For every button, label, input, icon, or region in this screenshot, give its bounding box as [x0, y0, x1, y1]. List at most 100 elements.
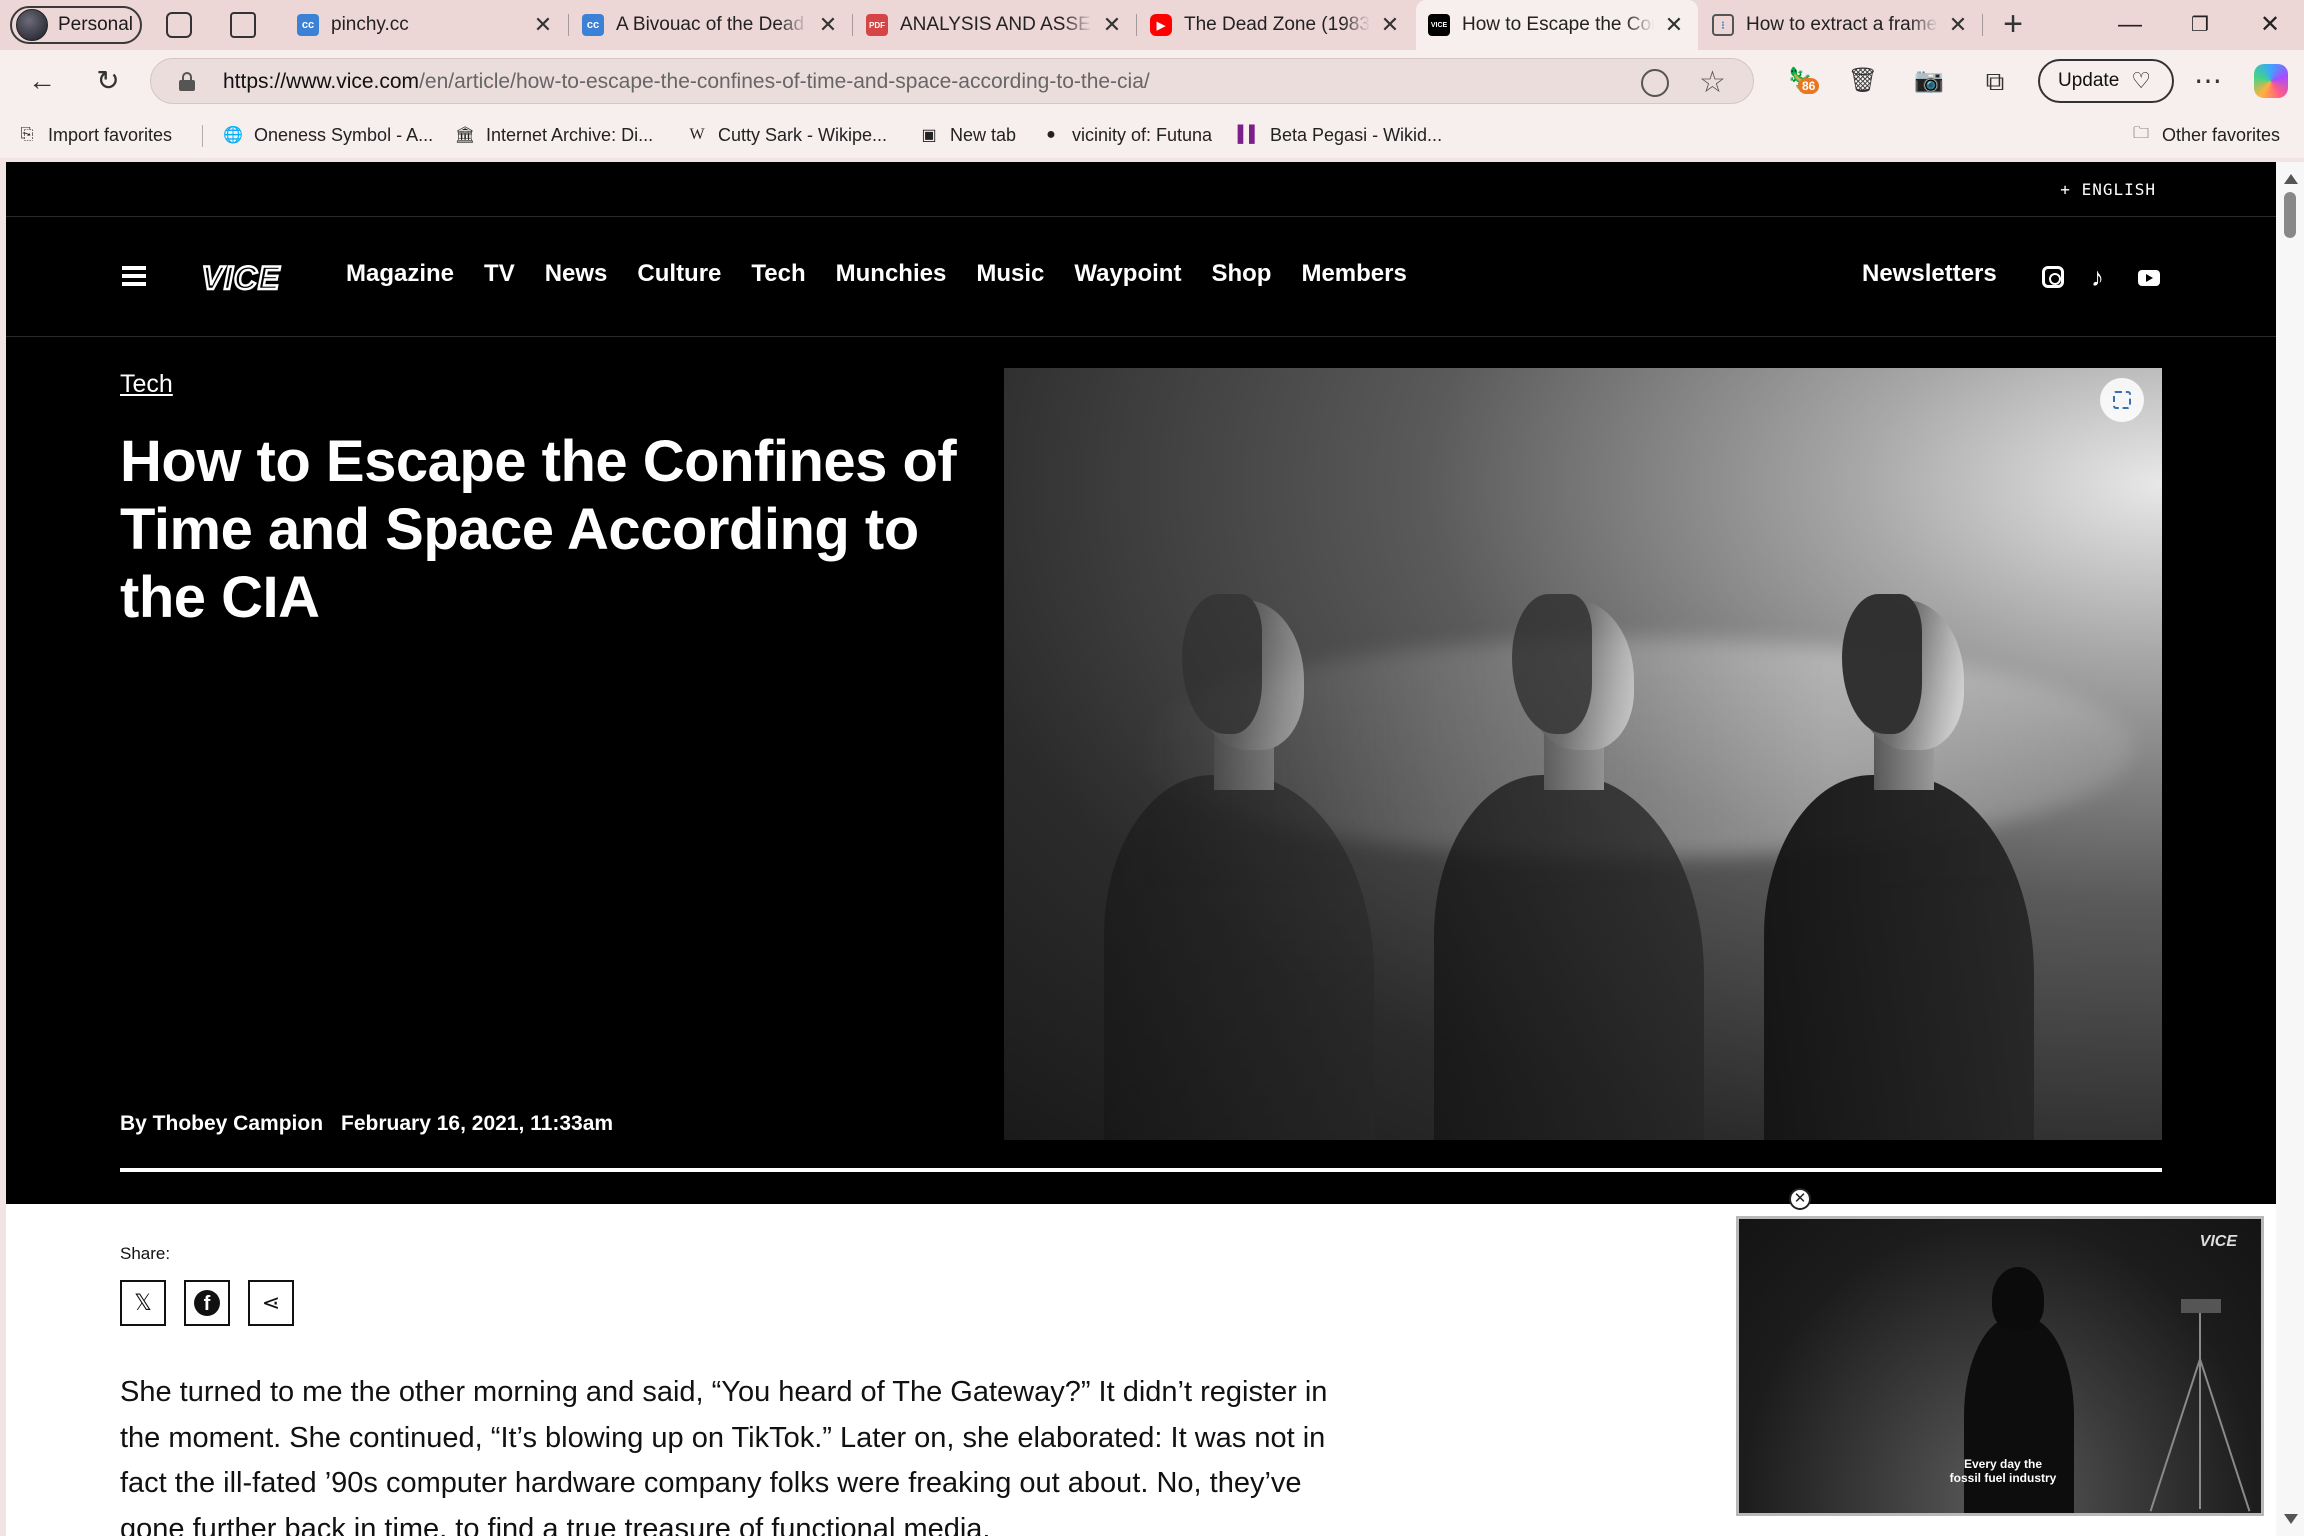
update-button[interactable]: Update ♡ [2038, 59, 2174, 103]
update-label: Update [2058, 70, 2120, 91]
tab-title: The Dead Zone (1983) - [1184, 14, 1370, 35]
byline: By Thobey Campion February 16, 2021, 11:3… [120, 1112, 613, 1136]
close-icon[interactable]: ✕ [816, 12, 840, 38]
close-icon[interactable]: ✕ [1100, 12, 1124, 38]
heart-icon: ♡ [2131, 68, 2152, 93]
language-selector[interactable]: + ENGLISH [2060, 180, 2156, 199]
favorite-star-icon[interactable]: ☆ [1699, 65, 1726, 100]
favorite-oneness[interactable]: 🌐 Oneness Symbol - A... [222, 112, 433, 158]
nav-waypoint[interactable]: Waypoint [1074, 260, 1181, 288]
tab-extract-frame[interactable]: ⁝ How to extract a frame ✕ [1700, 0, 1982, 50]
share-link-button[interactable]: ⋖ [248, 1280, 294, 1326]
video-caption: Every day the fossil fuel industry [1739, 1457, 2261, 1485]
profile-label: Personal [58, 14, 133, 35]
tiktok-icon[interactable]: ♪ [2091, 264, 2113, 290]
tab-analysis-pdf[interactable]: PDF ANALYSIS AND ASSESSI ✕ [854, 0, 1136, 50]
nav-culture[interactable]: Culture [637, 260, 721, 288]
tab-title: A Bivouac of the Dead ( [616, 14, 808, 35]
hero-divider [120, 1168, 2162, 1172]
tab-pinchy[interactable]: cc pinchy.cc ✕ [285, 0, 567, 50]
video-logo: VICE [2199, 1233, 2237, 1250]
archive-icon: 🏛 [454, 127, 476, 144]
camera-icon[interactable]: 📷 [1909, 61, 1949, 101]
nav-news[interactable]: News [545, 260, 608, 288]
profile-button[interactable]: Personal [10, 6, 142, 44]
article-author[interactable]: By Thobey Campion [120, 1112, 323, 1135]
nav-music[interactable]: Music [976, 260, 1044, 288]
main-nav: Magazine TV News Culture Tech Munchies M… [346, 260, 1407, 288]
scroll-thumb[interactable] [2284, 192, 2296, 238]
newsletters-link[interactable]: Newsletters [1862, 260, 1997, 288]
favorite-futuna[interactable]: ● vicinity of: Futuna [1040, 112, 1212, 158]
share-x-button[interactable]: 𝕏 [120, 1280, 166, 1326]
nav-members[interactable]: Members [1301, 260, 1406, 288]
close-icon[interactable]: ✕ [1662, 12, 1686, 38]
favorite-import[interactable]: ⎘ Import favorites [16, 112, 172, 158]
close-icon[interactable]: ✕ [1946, 12, 1970, 38]
favorite-new-tab[interactable]: ▣ New tab [918, 112, 1016, 158]
tab-dead-zone[interactable]: ▶ The Dead Zone (1983) - ✕ [1138, 0, 1414, 50]
favorite-label: Oneness Symbol - A... [254, 124, 434, 145]
nav-magazine[interactable]: Magazine [346, 260, 454, 288]
favorite-label: Beta Pegasi - Wikid... [1270, 124, 1443, 145]
minimize-button[interactable]: — [2110, 8, 2150, 42]
close-icon[interactable]: ✕ [531, 12, 555, 38]
back-button[interactable]: ← [22, 61, 62, 101]
avatar [16, 9, 48, 41]
article-date: February 16, 2021, 11:33am [341, 1112, 614, 1135]
copilot-icon[interactable] [2254, 64, 2288, 98]
reading-mode-icon[interactable] [1641, 69, 1669, 97]
lock-icon [179, 72, 195, 91]
favorite-label: Cutty Sark - Wikipe... [718, 124, 888, 145]
cc-icon: cc [582, 14, 604, 36]
web-page: + ENGLISH VICE Magazine TV News Culture … [6, 162, 2276, 1536]
barcode-icon: ▌▌ [1237, 126, 1261, 143]
favorite-beta-pegasi[interactable]: ▌▌ Beta Pegasi - Wikid... [1238, 112, 1442, 158]
article-category[interactable]: Tech [120, 370, 173, 399]
vertical-tabs-icon[interactable] [230, 12, 256, 38]
tab-strip: Personal cc pinchy.cc ✕ cc A Bivouac of … [0, 0, 2304, 50]
nav-tv[interactable]: TV [484, 260, 515, 288]
close-icon[interactable]: ✕ [1378, 12, 1402, 38]
tab-title: How to Escape the Conf [1462, 14, 1654, 35]
favorite-label: Import favorites [48, 124, 173, 145]
url-path: /en/article/how-to-escape-the-confines-o… [419, 70, 1150, 93]
import-icon: ⎘ [20, 126, 34, 143]
url-text: https://www.vice.com/en/article/how-to-e… [223, 70, 1150, 94]
extensions-puzzle-icon[interactable]: ⧉ [1975, 61, 2015, 101]
trash-icon[interactable]: 🗑 [1843, 61, 1883, 101]
visual-search-icon[interactable] [2100, 378, 2144, 422]
scroll-up-icon[interactable] [2284, 174, 2298, 184]
vice-icon: VICE [1428, 14, 1450, 36]
share-facebook-button[interactable]: f [184, 1280, 230, 1326]
newtab-icon: ▣ [921, 127, 937, 144]
workspaces-icon[interactable] [166, 12, 192, 38]
page-icon: ⁝ [1712, 14, 1734, 36]
page-scrollbar[interactable] [2276, 162, 2304, 1536]
scroll-down-icon[interactable] [2284, 1514, 2298, 1524]
facebook-icon: f [194, 1290, 220, 1316]
share-label: Share: [120, 1244, 171, 1263]
other-favorites[interactable]: 🗀 Other favorites [2130, 112, 2280, 158]
tab-bivouac[interactable]: cc A Bivouac of the Dead ( ✕ [570, 0, 852, 50]
close-video-button[interactable]: ✕ [1789, 1188, 1811, 1210]
favorite-cutty-sark[interactable]: W Cutty Sark - Wikipe... [686, 112, 887, 158]
nav-shop[interactable]: Shop [1211, 260, 1271, 288]
tab-how-to-escape[interactable]: VICE How to Escape the Conf ✕ [1416, 0, 1698, 50]
nav-tech[interactable]: Tech [751, 260, 805, 288]
instagram-icon[interactable] [2042, 266, 2064, 288]
address-bar[interactable]: https://www.vice.com/en/article/how-to-e… [150, 58, 1754, 104]
youtube-icon[interactable] [2138, 270, 2160, 286]
favorite-internet-archive[interactable]: 🏛 Internet Archive: Di... [454, 112, 653, 158]
floating-video-player[interactable]: VICE Every day the fossil fuel industry [1736, 1216, 2264, 1516]
vice-logo[interactable]: VICE [181, 256, 301, 298]
more-menu-icon[interactable]: ⋯ [2188, 61, 2228, 101]
browser-window: Personal cc pinchy.cc ✕ cc A Bivouac of … [0, 0, 2304, 1536]
close-window-button[interactable]: ✕ [2250, 8, 2290, 42]
tab-title: pinchy.cc [331, 14, 409, 35]
menu-icon[interactable] [122, 266, 146, 286]
restore-button[interactable]: ❐ [2180, 8, 2220, 42]
refresh-button[interactable]: ↻ [88, 61, 128, 101]
nav-munchies[interactable]: Munchies [836, 260, 947, 288]
new-tab-button[interactable]: + [1995, 6, 2031, 44]
